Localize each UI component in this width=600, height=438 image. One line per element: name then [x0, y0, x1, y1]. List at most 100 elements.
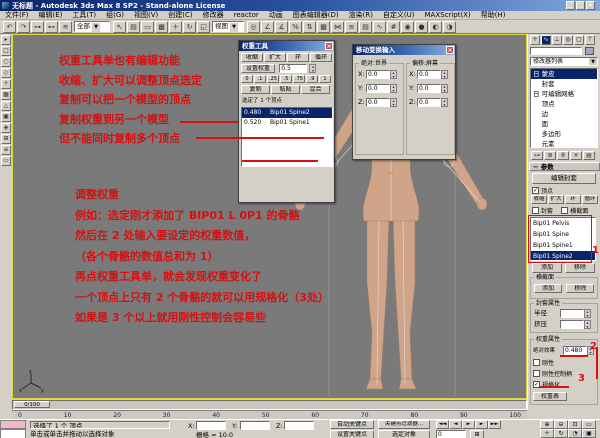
axis-value-field[interactable]: 0.0	[366, 84, 390, 93]
left-toolbar-icon[interactable]: △	[1, 101, 11, 111]
spinner-up-down[interactable]: ▴▾	[309, 64, 316, 73]
rect-region-icon[interactable]: ▭	[141, 21, 154, 33]
weight-tool-select-button[interactable]: 收缩	[241, 53, 263, 62]
object-name-field[interactable]	[530, 47, 582, 55]
weight-preset-button[interactable]: .9	[306, 75, 318, 83]
menu-item[interactable]: 帮助(H)	[476, 11, 511, 20]
spinner-up-down[interactable]: ▴▾	[390, 98, 397, 107]
axis-value-field[interactable]: 0.0	[417, 70, 441, 79]
cross-section-remove-button[interactable]: 移除	[566, 284, 594, 293]
current-frame-field[interactable]: 0	[436, 430, 466, 438]
menu-item[interactable]: 编辑(E)	[34, 11, 68, 20]
curve-editor-icon[interactable]: ∿	[373, 21, 386, 33]
undo-icon[interactable]: ↶	[3, 21, 16, 33]
zoom-extents-icon[interactable]: ⊡	[568, 420, 582, 429]
modifier-stack[interactable]: 日 蒙皮 封套日 可编辑网格 顶点 边 面 多边形 元素	[530, 68, 598, 148]
select-by-name-icon[interactable]: ▤	[127, 21, 140, 33]
left-toolbar-icon[interactable]: ○	[1, 57, 11, 67]
weight-tool-title-bar[interactable]: 权重工具 ×	[239, 41, 334, 51]
menu-item[interactable]: 图表编辑器(D)	[288, 11, 344, 20]
reference-coordinate-dropdown[interactable]: 视图▼	[212, 21, 244, 32]
arc-rotate-icon[interactable]: ↻	[554, 429, 568, 438]
maximize-viewport-icon[interactable]: ▣	[582, 429, 596, 438]
modifier-stack-row[interactable]: 面	[531, 119, 597, 129]
menu-item[interactable]: 工具(T)	[67, 11, 101, 20]
set-weight-field[interactable]: 0.5	[279, 64, 307, 73]
set-weight-button[interactable]: 设置权重	[241, 64, 275, 73]
align-icon[interactable]: ≡	[345, 21, 358, 33]
redo-icon[interactable]: ↷	[17, 21, 30, 33]
layer-manager-icon[interactable]: ▤	[359, 21, 372, 33]
quick-render-icon[interactable]: ◑	[443, 21, 456, 33]
time-config-icon[interactable]: ⊞	[470, 430, 484, 438]
select-link-icon[interactable]: ⊶	[31, 21, 44, 33]
tab-utilities[interactable]: ⊤	[585, 35, 595, 45]
unlink-selection-icon[interactable]: ⊷	[45, 21, 58, 33]
weight-preset-button[interactable]: .1	[254, 75, 266, 83]
show-end-result-icon[interactable]: ≣	[544, 151, 556, 160]
remove-modifier-icon[interactable]: ✕	[570, 151, 582, 160]
weight-preset-button[interactable]: .75	[293, 75, 305, 83]
weight-tool-select-button[interactable]: 循环	[310, 53, 332, 62]
material-editor-icon[interactable]: ◉	[401, 21, 414, 33]
weight-copy-paste-button[interactable]: 混合	[301, 85, 330, 94]
render-type-icon[interactable]: ◐	[429, 21, 442, 33]
axis-value-field[interactable]: 0.0	[366, 98, 390, 107]
left-toolbar-icon[interactable]: ⊞	[1, 134, 11, 144]
left-toolbar-icon[interactable]: ▦	[1, 90, 11, 100]
modifier-stack-row[interactable]: 多边形	[531, 129, 597, 139]
weight-tool-dialog[interactable]: 权重工具 × 收缩扩大环循环 设置权重 0.5 ▴▾ 0.1.25.5.75.9…	[238, 40, 335, 203]
remove-bone-button[interactable]: 移除	[565, 263, 595, 273]
modifier-stack-row[interactable]: 封套	[531, 79, 597, 89]
go-end-button[interactable]: ►►	[488, 420, 501, 429]
envelope-select-button[interactable]: 环	[565, 195, 581, 204]
parameters-rollout-header[interactable]: − 参数	[529, 162, 600, 171]
time-slider-track[interactable]: 0/100	[12, 400, 527, 410]
tab-create[interactable]: ＋	[530, 35, 540, 45]
pin-stack-icon[interactable]: ⊶	[531, 151, 543, 160]
modifier-stack-row[interactable]: 顶点	[531, 99, 597, 109]
vertices-checkbox[interactable]: ✓	[532, 187, 539, 194]
snap-toggle-icon[interactable]: ∠	[261, 21, 274, 33]
left-toolbar-icon[interactable]: ≡	[1, 145, 11, 155]
spinner-up-down[interactable]: ▴▾	[441, 84, 448, 93]
weight-list-row[interactable]: 0.520Bip01 Spine1	[242, 118, 332, 128]
prev-frame-button[interactable]: ◄	[449, 420, 462, 429]
modifier-stack-row[interactable]: 日 可编辑网格	[531, 89, 597, 99]
weight-copy-paste-button[interactable]: 粘贴	[271, 85, 300, 94]
left-toolbar-icon[interactable]: ◈	[1, 123, 11, 133]
abs-effect-field[interactable]: 0.480	[563, 346, 587, 355]
spinner-up-down[interactable]: ▴▾	[390, 84, 397, 93]
percent-snap-icon[interactable]: %	[289, 21, 302, 33]
modifier-stack-row[interactable]: 元素	[531, 139, 597, 148]
bind-space-warp-icon[interactable]: ≋	[59, 21, 72, 33]
select-scale-icon[interactable]: ◱	[197, 21, 210, 33]
menu-item[interactable]: reactor	[229, 11, 264, 20]
zoom-icon[interactable]: ⊕	[540, 420, 554, 429]
axis-value-field[interactable]: 0.0	[366, 70, 390, 79]
modifier-stack-row[interactable]: 边	[531, 109, 597, 119]
left-toolbar-icon[interactable]: □	[1, 46, 11, 56]
menu-item[interactable]: 修改器	[198, 11, 229, 20]
minimize-button[interactable]: _	[566, 1, 575, 10]
weight-copy-paste-button[interactable]: 复制	[241, 85, 270, 94]
named-selection-icon[interactable]: ▦	[317, 21, 330, 33]
use-pivot-icon[interactable]: ◎	[247, 21, 260, 33]
mirror-icon[interactable]: ⋈	[331, 21, 344, 33]
menu-item[interactable]: 自定义(U)	[378, 11, 420, 20]
menu-item[interactable]: 组(G)	[101, 11, 129, 20]
weight-preset-button[interactable]: .25	[267, 75, 279, 83]
menu-item[interactable]: 渲染(R)	[344, 11, 378, 20]
tab-motion[interactable]: ◎	[563, 35, 573, 45]
left-toolbar-icon[interactable]: ＋	[1, 79, 11, 89]
rigid-checkbox[interactable]	[533, 359, 540, 366]
tab-hierarchy[interactable]: ⊥	[552, 35, 562, 45]
angle-snap-icon[interactable]: ∡	[275, 21, 288, 33]
envelope-select-button[interactable]: 扩大	[548, 195, 564, 204]
spinner-up-down[interactable]: ▴▾	[390, 70, 397, 79]
transform-type-in-title-bar[interactable]: 移动变换输入 ×	[353, 45, 455, 55]
play-button[interactable]: ►	[462, 420, 475, 429]
weight-tool-select-button[interactable]: 环	[287, 53, 309, 62]
close-icon[interactable]: ×	[325, 42, 333, 50]
maxscript-mini-listener-white[interactable]	[0, 429, 26, 438]
